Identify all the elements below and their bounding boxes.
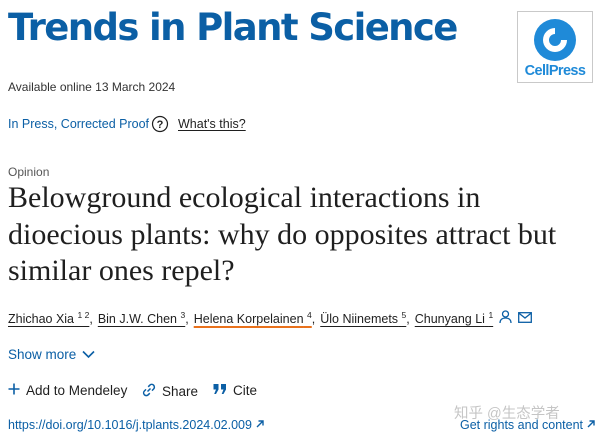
share-button[interactable]: Share xyxy=(142,383,198,400)
author-name: Ülo Niinemets xyxy=(320,312,399,327)
add-to-mendeley-button[interactable]: Add to Mendeley xyxy=(8,383,127,398)
author-link[interactable]: Helena Korpelainen 4 xyxy=(194,310,312,326)
whats-this-link[interactable]: What's this? xyxy=(178,117,246,131)
cite-label: Cite xyxy=(233,383,258,398)
author-name: Bin J.W. Chen xyxy=(97,312,178,327)
article-type-label: Opinion xyxy=(8,165,50,179)
show-more-label: Show more xyxy=(8,347,77,362)
watermark: 知乎 @生态学者 xyxy=(454,406,560,422)
author-affiliation: 1 2 xyxy=(77,310,90,321)
show-more-button[interactable]: Show more xyxy=(8,347,95,362)
doi-link-label: https://doi.org/10.1016/j.tplants.2024.0… xyxy=(8,418,252,432)
cite-button[interactable]: Cite xyxy=(213,383,257,398)
author-link[interactable]: Ülo Niinemets 5 xyxy=(320,310,406,326)
add-to-mendeley-label: Add to Mendeley xyxy=(26,383,128,398)
external-link-icon xyxy=(255,418,265,432)
external-link-icon xyxy=(586,418,596,432)
author-affiliation: 1 xyxy=(488,310,494,321)
author-link[interactable]: Zhichao Xia 1 2 xyxy=(8,310,89,326)
share-icon xyxy=(142,383,156,400)
cellpress-logo[interactable]: CellPress xyxy=(517,11,593,83)
author-name: Helena Korpelainen xyxy=(193,312,304,327)
quote-icon xyxy=(213,383,227,398)
author-list: Zhichao Xia 1 2, Bin J.W. Chen 3, Helena… xyxy=(8,310,533,327)
available-online-date: Available online 13 March 2024 xyxy=(8,80,176,94)
in-press-status: In Press, Corrected Proof xyxy=(8,117,150,131)
author-link[interactable]: Chunyang Li 1 xyxy=(415,310,493,326)
doi-link[interactable]: https://doi.org/10.1016/j.tplants.2024.0… xyxy=(8,418,265,432)
svg-text:?: ? xyxy=(157,119,164,131)
chevron-down-icon xyxy=(82,347,95,362)
person-icon[interactable] xyxy=(499,310,512,327)
help-icon[interactable]: ? xyxy=(151,115,169,136)
author-link[interactable]: Bin J.W. Chen 3 xyxy=(98,310,185,326)
journal-title[interactable]: Trends in Plant Science xyxy=(8,6,458,49)
author-name: Zhichao Xia xyxy=(8,312,75,327)
plus-icon xyxy=(8,383,20,398)
author-name: Chunyang Li xyxy=(414,312,485,327)
cellpress-logo-text: CellPress xyxy=(524,63,586,79)
article-title: Belowground ecological interactions in d… xyxy=(8,181,557,287)
cellpress-logo-icon xyxy=(534,19,576,61)
mail-icon[interactable] xyxy=(518,311,533,326)
share-label: Share xyxy=(162,384,199,399)
